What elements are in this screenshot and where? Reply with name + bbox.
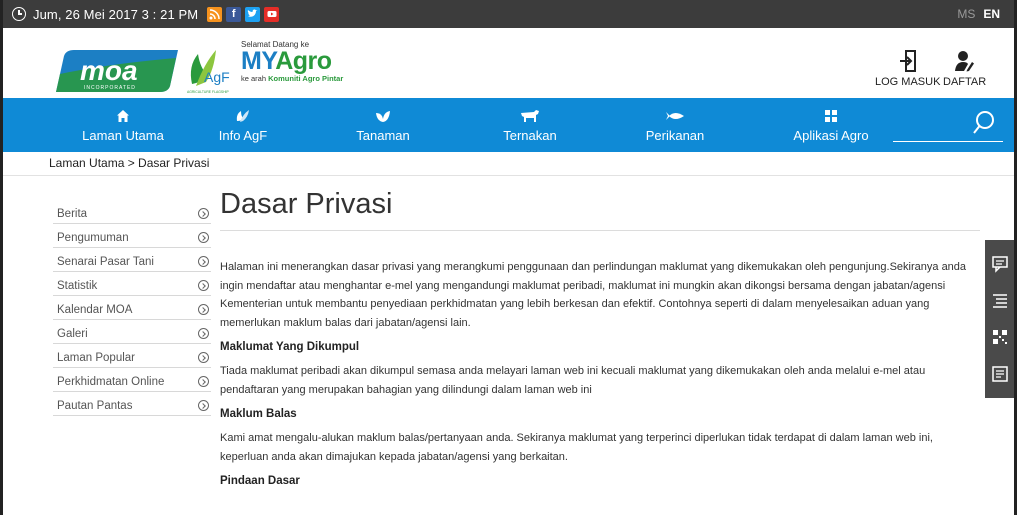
login-button[interactable]: LOG MASUK <box>875 50 940 88</box>
sidebar-item-perkhidmatan-online[interactable]: Perkhidmatan Online <box>53 368 211 392</box>
moa-logo[interactable]: moa INCORPORATED <box>48 50 178 92</box>
nav-label: Aplikasi Agro <box>793 127 869 143</box>
tagline-bold: Komuniti Agro Pintar <box>268 74 344 83</box>
language-switch: MS EN <box>957 0 1000 28</box>
nav-item-tanaman[interactable]: Tanaman <box>343 98 423 152</box>
brand-my: MY <box>241 47 276 75</box>
title-divider <box>220 230 980 231</box>
rss-icon[interactable] <box>207 6 223 22</box>
youtube-icon[interactable] <box>264 6 280 22</box>
lang-ms-link[interactable]: MS <box>957 7 975 21</box>
section-heading: Pindaan Dasar <box>220 475 300 487</box>
datetime: Jum, 26 Mei 2017 3 : 21 PM <box>33 6 199 22</box>
sidebar-item-statistik[interactable]: Statistik <box>53 272 211 296</box>
register-button[interactable]: DAFTAR <box>943 50 986 88</box>
sidebar-item-pautan-pantas[interactable]: Pautan Pantas <box>53 392 211 416</box>
nav-label: Laman Utama <box>82 127 164 143</box>
facebook-icon[interactable]: f <box>226 6 242 22</box>
page-title: Dasar Privasi <box>220 188 393 220</box>
nav-label: Ternakan <box>503 127 557 143</box>
lang-en-link[interactable]: EN <box>983 7 1000 21</box>
sidebar-item-label: Pengumuman <box>57 231 129 244</box>
login-label: LOG MASUK <box>875 76 941 88</box>
section-body: Tiada maklumat peribadi akan dikumpul se… <box>220 365 926 396</box>
nav-item-perikanan[interactable]: Perikanan <box>635 98 715 152</box>
chevron-right-icon <box>198 208 209 219</box>
qr-code-icon[interactable] <box>991 328 1009 346</box>
twitter-icon[interactable] <box>245 6 261 22</box>
sidebar-item-label: Laman Popular <box>57 351 135 364</box>
brand-title: MYAgro <box>241 49 343 74</box>
section-heading: Maklum Balas <box>220 408 297 420</box>
top-bar: Jum, 26 Mei 2017 3 : 21 PM f MS EN <box>3 0 1014 28</box>
chevron-right-icon <box>198 352 209 363</box>
agf-logo[interactable]: AgF AGRICULTURE FLAGSHIP <box>186 46 234 96</box>
svg-text:AGRICULTURE FLAGSHIP: AGRICULTURE FLAGSHIP <box>187 90 229 94</box>
chevron-right-icon <box>198 376 209 387</box>
main-nav: Laman Utama Info AgF Tanaman Ternakan Pe… <box>3 98 1014 152</box>
sidebar-item-kalendar-moa[interactable]: Kalendar MOA <box>53 296 211 320</box>
site-header: moa INCORPORATED AgF AGRICULTURE FLAGSHI… <box>3 28 1014 98</box>
sidebar-item-berita[interactable]: Berita <box>53 200 211 224</box>
browser-frame: Jum, 26 Mei 2017 3 : 21 PM f MS EN moa I… <box>0 0 1017 515</box>
nav-label: Info AgF <box>218 127 268 143</box>
sidebar-item-senarai-pasar-tani[interactable]: Senarai Pasar Tani <box>53 248 211 272</box>
nav-item-laman-utama[interactable]: Laman Utama <box>63 98 183 152</box>
chevron-right-icon <box>198 256 209 267</box>
apps-icon <box>825 108 837 124</box>
brand-agro: Agro <box>275 47 332 75</box>
floating-toolbar <box>985 240 1014 398</box>
search-icon[interactable] <box>973 110 995 136</box>
feedback-icon[interactable] <box>991 255 1009 274</box>
nav-label: Tanaman <box>356 127 410 143</box>
sidebar: Berita Pengumuman Senarai Pasar Tani Sta… <box>53 200 211 416</box>
cow-icon <box>520 108 540 124</box>
tagline-prefix: ke arah <box>241 74 269 83</box>
breadcrumb[interactable]: Laman Utama > Dasar Privasi <box>49 156 209 170</box>
clock-icon <box>12 7 26 21</box>
home-icon <box>116 108 130 124</box>
breadcrumb-divider <box>3 175 1014 176</box>
register-user-icon <box>954 51 974 72</box>
chevron-right-icon <box>198 280 209 291</box>
leaf-tree-icon <box>235 108 251 124</box>
sidebar-item-label: Galeri <box>57 327 88 340</box>
intro-paragraph: Halaman ini menerangkan dasar privasi ya… <box>220 261 967 329</box>
fish-icon <box>665 108 685 124</box>
document-icon[interactable] <box>991 365 1009 383</box>
main-content: Dasar Privasi Halaman ini menerangkan da… <box>220 188 980 487</box>
social-links: f <box>207 6 280 22</box>
nav-item-info-agf[interactable]: Info AgF <box>203 98 283 152</box>
plant-icon <box>375 108 391 124</box>
svg-text:INCORPORATED: INCORPORATED <box>84 85 136 91</box>
sidebar-item-label: Statistik <box>57 279 98 292</box>
myagro-logo[interactable]: Selamat Datang ke MYAgro ke arah Komunit… <box>241 40 343 83</box>
nav-label: Perikanan <box>645 127 705 143</box>
sidebar-item-pengumuman[interactable]: Pengumuman <box>53 224 211 248</box>
sidebar-item-label: Kalendar MOA <box>57 303 133 316</box>
nav-item-ternakan[interactable]: Ternakan <box>490 98 570 152</box>
brand-tagline: ke arah Komuniti Agro Pintar <box>241 74 343 83</box>
register-label: DAFTAR <box>943 76 987 88</box>
chevron-right-icon <box>198 304 209 315</box>
sidebar-item-label: Pautan Pantas <box>57 399 133 412</box>
svg-text:AgF: AgF <box>204 69 230 85</box>
chevron-right-icon <box>198 328 209 339</box>
sidebar-item-label: Perkhidmatan Online <box>57 375 165 388</box>
nav-item-aplikasi-agro[interactable]: Aplikasi Agro <box>781 98 881 152</box>
section-body: Kami amat mengalu-alukan maklum balas/pe… <box>220 432 933 463</box>
sidebar-item-label: Berita <box>57 207 88 220</box>
chevron-right-icon <box>198 232 209 243</box>
sidebar-item-laman-popular[interactable]: Laman Popular <box>53 344 211 368</box>
sidebar-item-galeri[interactable]: Galeri <box>53 320 211 344</box>
list-icon[interactable] <box>991 292 1009 310</box>
search-input[interactable] <box>893 106 1003 142</box>
chevron-right-icon <box>198 400 209 411</box>
login-icon <box>899 50 916 72</box>
svg-text:moa: moa <box>80 55 138 86</box>
sidebar-item-label: Senarai Pasar Tani <box>57 255 154 268</box>
section-heading: Maklumat Yang Dikumpul <box>220 341 360 353</box>
